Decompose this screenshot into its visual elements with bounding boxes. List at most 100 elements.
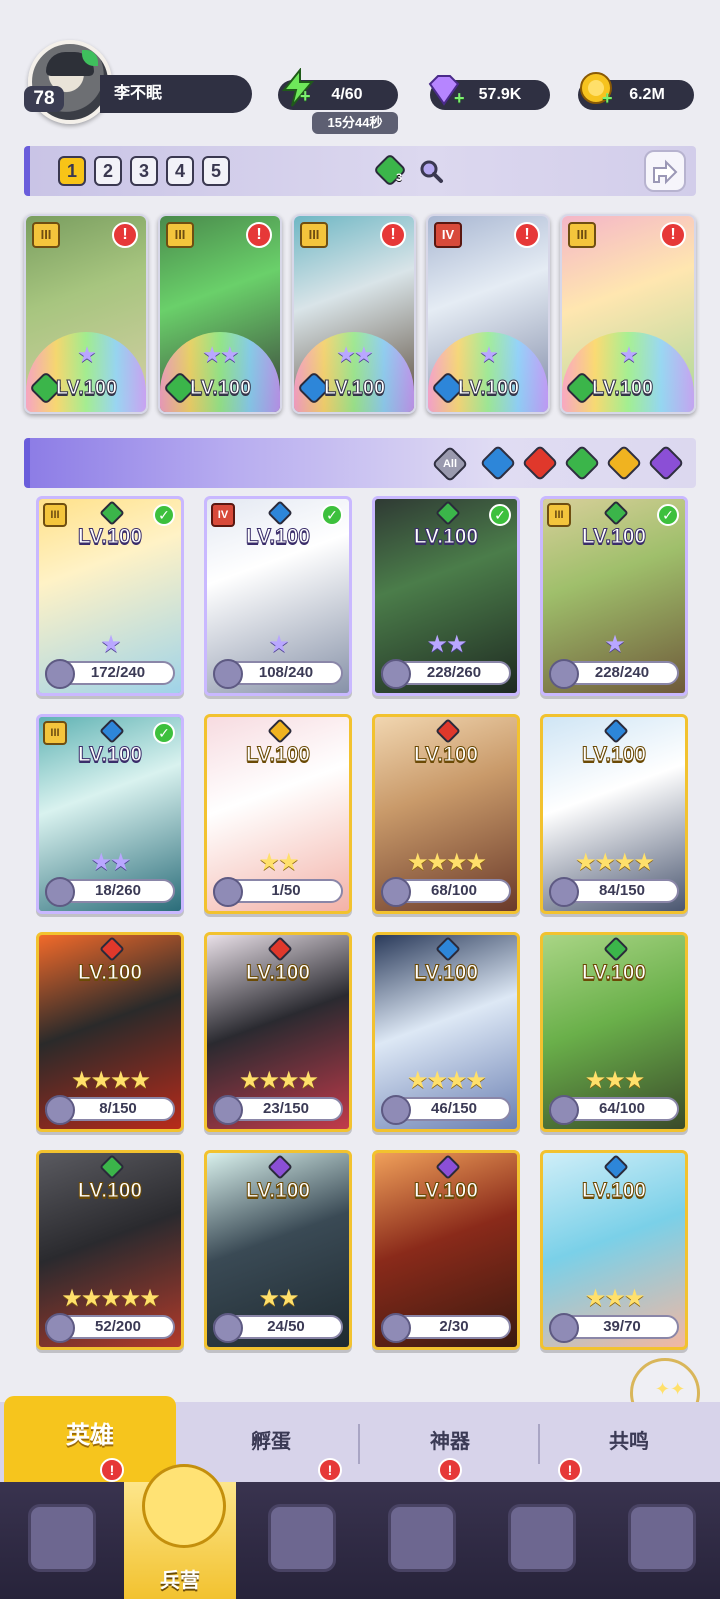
team-slot-2[interactable]: 2 [94, 156, 122, 186]
hero-level: LV.100 [413, 525, 479, 549]
fragment-progress: 172/240 [45, 659, 175, 689]
hero-card[interactable]: LV.100 ★★★★ 23/150 [204, 932, 352, 1132]
hero-card[interactable]: ✓ LV.100 ★★ 228/260 [372, 496, 520, 696]
team-hero-card-1[interactable]: III ! ★ LV.100 [24, 214, 148, 414]
team-slot-3[interactable]: 3 [130, 156, 158, 186]
hero-card[interactable]: III ✓ LV.100 ★ 228/240 [540, 496, 688, 696]
tab-heroes[interactable]: 英雄 [4, 1396, 176, 1484]
alert-badge: ! [660, 222, 686, 248]
hero-card[interactable]: LV.100 ★★★ 39/70 [540, 1150, 688, 1350]
hero-card[interactable]: LV.100 ★★ 1/50 [204, 714, 352, 914]
hero-card[interactable]: LV.100 2/30 [372, 1150, 520, 1350]
star-rating: ★ [268, 631, 290, 658]
star-rating: ★★★★★ [61, 1285, 161, 1312]
hero-level: LV.100 [581, 961, 647, 985]
fragment-count: 1/50 [271, 882, 301, 899]
in-team-check-icon: ✓ [657, 504, 679, 526]
hero-card[interactable]: LV.100 ★★★★★ 52/200 [36, 1150, 184, 1350]
nav-guild[interactable]: ! [480, 1458, 600, 1599]
fragment-count: 2/30 [439, 1318, 469, 1335]
fragment-progress: 64/100 [549, 1095, 679, 1125]
fragment-progress: 24/50 [213, 1313, 343, 1343]
filter-light-icon[interactable] [605, 444, 643, 482]
filter-all-button[interactable]: All [431, 445, 469, 483]
star-rating: ★★ [336, 342, 373, 367]
energy-timer: 15分44秒 [312, 112, 398, 134]
hero-level: LV.100 [323, 377, 386, 400]
filter-wind-icon[interactable] [563, 444, 601, 482]
energy-value: 4/60 [331, 86, 363, 103]
player-level-badge: 78 [24, 86, 64, 112]
fragment-count: 228/240 [594, 664, 650, 681]
add-gold-icon[interactable]: + [602, 88, 613, 109]
team-slot-5[interactable]: 5 [202, 156, 230, 186]
fragment-count: 24/50 [267, 1318, 305, 1335]
team-slot-4[interactable]: 4 [166, 156, 194, 186]
hero-card[interactable]: III ✓ LV.100 ★ 172/240 [36, 496, 184, 696]
hero-card[interactable]: LV.100 ★★★ 64/100 [540, 932, 688, 1132]
star-rating: ★★★★ [70, 1067, 151, 1094]
hero-level: LV.100 [581, 1179, 647, 1203]
fragment-count: 52/200 [95, 1318, 141, 1335]
hero-card[interactable]: LV.100 ★★ 24/50 [204, 1150, 352, 1350]
fragment-count: 23/150 [263, 1100, 309, 1117]
add-energy-icon[interactable]: + [300, 86, 311, 107]
fragment-progress: 84/150 [549, 877, 679, 907]
hero-card[interactable]: III ✓ LV.100 ★★ 18/260 [36, 714, 184, 914]
hero-level: LV.100 [55, 377, 118, 400]
status-bar: 李不眠 78 4/60 + 15分44秒 57.9K + 6.2M + [0, 0, 720, 140]
star-rating: ★★★★ [238, 1067, 319, 1094]
filter-dark-icon[interactable] [647, 444, 685, 482]
filter-water-icon[interactable] [479, 444, 517, 482]
fragment-count: 228/260 [426, 664, 482, 681]
nav-alert-badge: ! [318, 1458, 342, 1482]
nav-banner[interactable] [600, 1482, 720, 1599]
share-icon [653, 159, 678, 185]
nav-barracks[interactable]: 兵营 [124, 1464, 236, 1599]
team-hero-card-5[interactable]: III ! ★ LV.100 [560, 214, 696, 414]
fragment-progress: 228/240 [549, 659, 679, 689]
map-book-icon [268, 1504, 336, 1572]
in-team-check-icon: ✓ [489, 504, 511, 526]
hero-level: LV.100 [413, 1179, 479, 1203]
player-name: 李不眠 [100, 75, 252, 113]
fragment-progress: 18/260 [45, 877, 175, 907]
star-rating: ★★ [90, 849, 131, 876]
nav-map[interactable]: ! [240, 1458, 360, 1599]
filter-fire-icon[interactable] [521, 444, 559, 482]
hero-card[interactable]: LV.100 ★★★★ 8/150 [36, 932, 184, 1132]
fragment-progress: 228/260 [381, 659, 511, 689]
fragment-count: 108/240 [258, 664, 314, 681]
element-filter-bar: All [24, 438, 696, 488]
tier-badge: III [43, 503, 67, 527]
team-hero-card-2[interactable]: III ! ★★ LV.100 [158, 214, 282, 414]
fragment-count: 18/260 [95, 882, 141, 899]
share-button[interactable] [644, 150, 686, 192]
fragment-progress: 1/50 [213, 877, 343, 907]
star-rating: ★★ [426, 631, 467, 658]
team-hero-card-4[interactable]: IV ! ★ LV.100 [426, 214, 550, 414]
add-gems-icon[interactable]: + [454, 88, 465, 109]
fragment-count: 172/240 [90, 664, 146, 681]
star-rating: ★★★★ [574, 849, 655, 876]
hero-card[interactable]: LV.100 ★★★★ 84/150 [540, 714, 688, 914]
fragment-progress: 39/70 [549, 1313, 679, 1343]
hero-level: LV.100 [245, 525, 311, 549]
fragment-progress: 52/200 [45, 1313, 175, 1343]
nav-cards[interactable]: ! [0, 1458, 124, 1599]
hero-level: LV.100 [581, 525, 647, 549]
hero-card[interactable]: IV ✓ LV.100 ★ 108/240 [204, 496, 352, 696]
tier-badge: III [166, 222, 194, 248]
team-slot-1[interactable]: 1 [58, 156, 86, 186]
hero-card[interactable]: LV.100 ★★★★ 68/100 [372, 714, 520, 914]
magnifier-icon[interactable] [418, 158, 444, 184]
star-rating: ★ [619, 342, 639, 367]
team-hero-card-3[interactable]: III ! ★★ LV.100 [292, 214, 416, 414]
hero-card[interactable]: LV.100 ★★★★ 46/150 [372, 932, 520, 1132]
nav-castle[interactable]: ! [360, 1458, 480, 1599]
tier-badge: III [43, 721, 67, 745]
mushroom-guild-icon [508, 1504, 576, 1572]
star-rating: ★ [77, 342, 97, 367]
filter-all-label: All [442, 458, 458, 470]
fragment-progress: 8/150 [45, 1095, 175, 1125]
